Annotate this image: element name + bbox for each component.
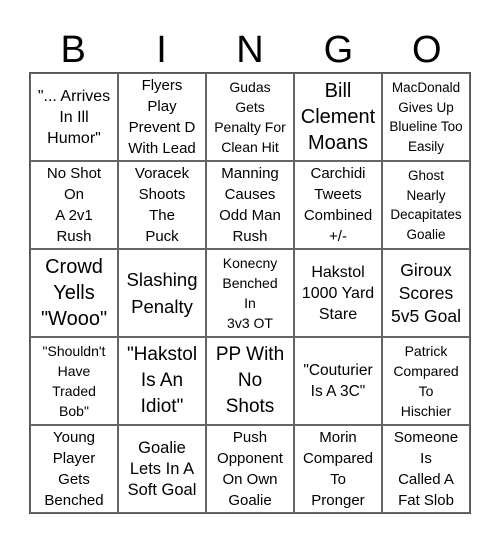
cell-text: "Hakstol Is An Idiot": [126, 344, 198, 417]
header-letter-o: O: [411, 29, 442, 71]
cell-text: Gudas Gets Penalty For Clean Hit: [214, 79, 286, 155]
cell-text: No Shot On A 2v1 Rush: [46, 165, 102, 245]
bingo-cell[interactable]: PP With No Shots: [206, 337, 294, 425]
bingo-grid: "... Arrives In Ill Humor" Flyers Play P…: [29, 72, 471, 514]
header-letter-n: N: [236, 29, 264, 71]
bingo-cell[interactable]: Manning Causes Odd Man Rush: [206, 161, 294, 249]
cell-text: Konecny Benched In 3v3 OT: [222, 255, 278, 331]
cell-text: Goalie Lets In A Soft Goal: [127, 438, 197, 499]
bingo-cell[interactable]: Morin Compared To Pronger: [294, 425, 382, 513]
cell-text: Push Opponent On Own Goalie: [217, 429, 283, 509]
cell-text: Voracek Shoots The Puck: [134, 165, 190, 245]
bingo-cell[interactable]: Slashing Penalty: [118, 249, 206, 337]
header-letter-i: I: [156, 29, 167, 71]
bingo-cell[interactable]: Crowd Yells "Wooo": [30, 249, 118, 337]
bingo-cell[interactable]: Patrick Compared To Hischier: [382, 337, 470, 425]
cell-text: "Shouldn't Have Traded Bob": [42, 343, 106, 419]
cell-text: Slashing Penalty: [126, 269, 198, 317]
cell-text: Carchidi Tweets Combined +/-: [303, 165, 373, 245]
bingo-cell[interactable]: "Hakstol Is An Idiot": [118, 337, 206, 425]
bingo-cell[interactable]: Flyers Play Prevent D With Lead: [118, 73, 206, 161]
bingo-cell[interactable]: Bill Clement Moans: [294, 73, 382, 161]
bingo-cell[interactable]: "Shouldn't Have Traded Bob": [30, 337, 118, 425]
bingo-cell[interactable]: Goalie Lets In A Soft Goal: [118, 425, 206, 513]
cell-text: Bill Clement Moans: [300, 80, 376, 154]
cell-text: Flyers Play Prevent D With Lead: [128, 77, 196, 157]
bingo-cell[interactable]: No Shot On A 2v1 Rush: [30, 161, 118, 249]
cell-text: Hakstol 1000 Yard Stare: [301, 263, 375, 323]
bingo-cell[interactable]: "Couturier Is A 3C": [294, 337, 382, 425]
bingo-cell[interactable]: Giroux Scores 5v5 Goal: [382, 249, 470, 337]
bingo-cell[interactable]: MacDonald Gives Up Blueline Too Easily: [382, 73, 470, 161]
bingo-cell[interactable]: Hakstol 1000 Yard Stare: [294, 249, 382, 337]
cell-text: Someone Is Called A Fat Slob: [393, 429, 459, 509]
cell-text: "... Arrives In Ill Humor": [37, 87, 111, 147]
bingo-cell[interactable]: Carchidi Tweets Combined +/-: [294, 161, 382, 249]
cell-text: MacDonald Gives Up Blueline Too Easily: [389, 80, 463, 154]
cell-text: Ghost Nearly Decapitates Goalie: [390, 168, 462, 242]
cell-text: Giroux Scores 5v5 Goal: [390, 259, 462, 326]
bingo-cell[interactable]: Young Player Gets Benched: [30, 425, 118, 513]
cell-text: "Couturier Is A 3C": [303, 362, 373, 400]
bingo-cell[interactable]: "... Arrives In Ill Humor": [30, 73, 118, 161]
header-letter-b: B: [60, 29, 86, 71]
bingo-cell[interactable]: Gudas Gets Penalty For Clean Hit: [206, 73, 294, 161]
cell-text: Young Player Gets Benched: [44, 429, 104, 509]
bingo-cell[interactable]: Konecny Benched In 3v3 OT: [206, 249, 294, 337]
cell-text: Patrick Compared To Hischier: [393, 343, 459, 419]
bingo-cell[interactable]: Ghost Nearly Decapitates Goalie: [382, 161, 470, 249]
bingo-cell[interactable]: Someone Is Called A Fat Slob: [382, 425, 470, 513]
bingo-cell[interactable]: Push Opponent On Own Goalie: [206, 425, 294, 513]
cell-text: PP With No Shots: [215, 344, 285, 417]
cell-text: Morin Compared To Pronger: [302, 429, 374, 509]
bingo-header: B I N G O: [29, 28, 471, 72]
cell-text: Crowd Yells "Wooo": [40, 256, 108, 330]
bingo-cell[interactable]: Voracek Shoots The Puck: [118, 161, 206, 249]
header-letter-g: G: [323, 29, 354, 71]
cell-text: Manning Causes Odd Man Rush: [219, 165, 281, 245]
